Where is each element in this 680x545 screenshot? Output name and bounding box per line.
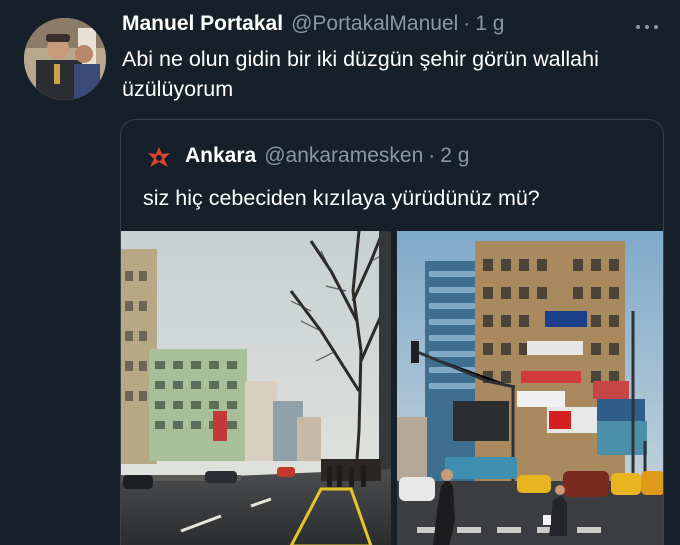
previous-tweet-sliver: ▪ ▪ ▪ ▪ ▪ ▪ ▪ ▪ — [0, 0, 680, 6]
quoted-user-handle: @ankaramesken — [264, 144, 424, 167]
separator-dot: · — [463, 12, 471, 35]
quoted-separator-dot: · — [428, 144, 436, 167]
quoted-display-name: Ankara — [185, 144, 257, 167]
tweet-header: Manuel Portakal @PortakalManuel · 1 g — [122, 12, 505, 42]
ankara-logo-icon — [147, 146, 171, 170]
street-photo-left[interactable] — [121, 231, 391, 545]
display-name[interactable]: Manuel Portakal — [122, 12, 283, 36]
quoted-timestamp: 2 g — [440, 144, 470, 167]
avatar[interactable] — [24, 18, 106, 100]
quoted-tweet-header: Ankara @ankaramesken · 2 g — [185, 144, 469, 168]
timestamp[interactable]: 1 g — [475, 12, 504, 36]
quoted-tweet-text: siz hiç cebeciden kızılaya yürüdünüz mü? — [143, 186, 540, 210]
tweet-text: Abi ne olun gidin bir iki düzgün şehir g… — [122, 47, 599, 101]
street-photo-right[interactable] — [397, 231, 663, 545]
more-horizontal-icon[interactable] — [632, 20, 662, 34]
user-handle[interactable]: @PortakalManuel — [291, 12, 458, 36]
quoted-tweet-card[interactable]: Ankara @ankaramesken · 2 g siz hiç cebec… — [120, 119, 664, 545]
